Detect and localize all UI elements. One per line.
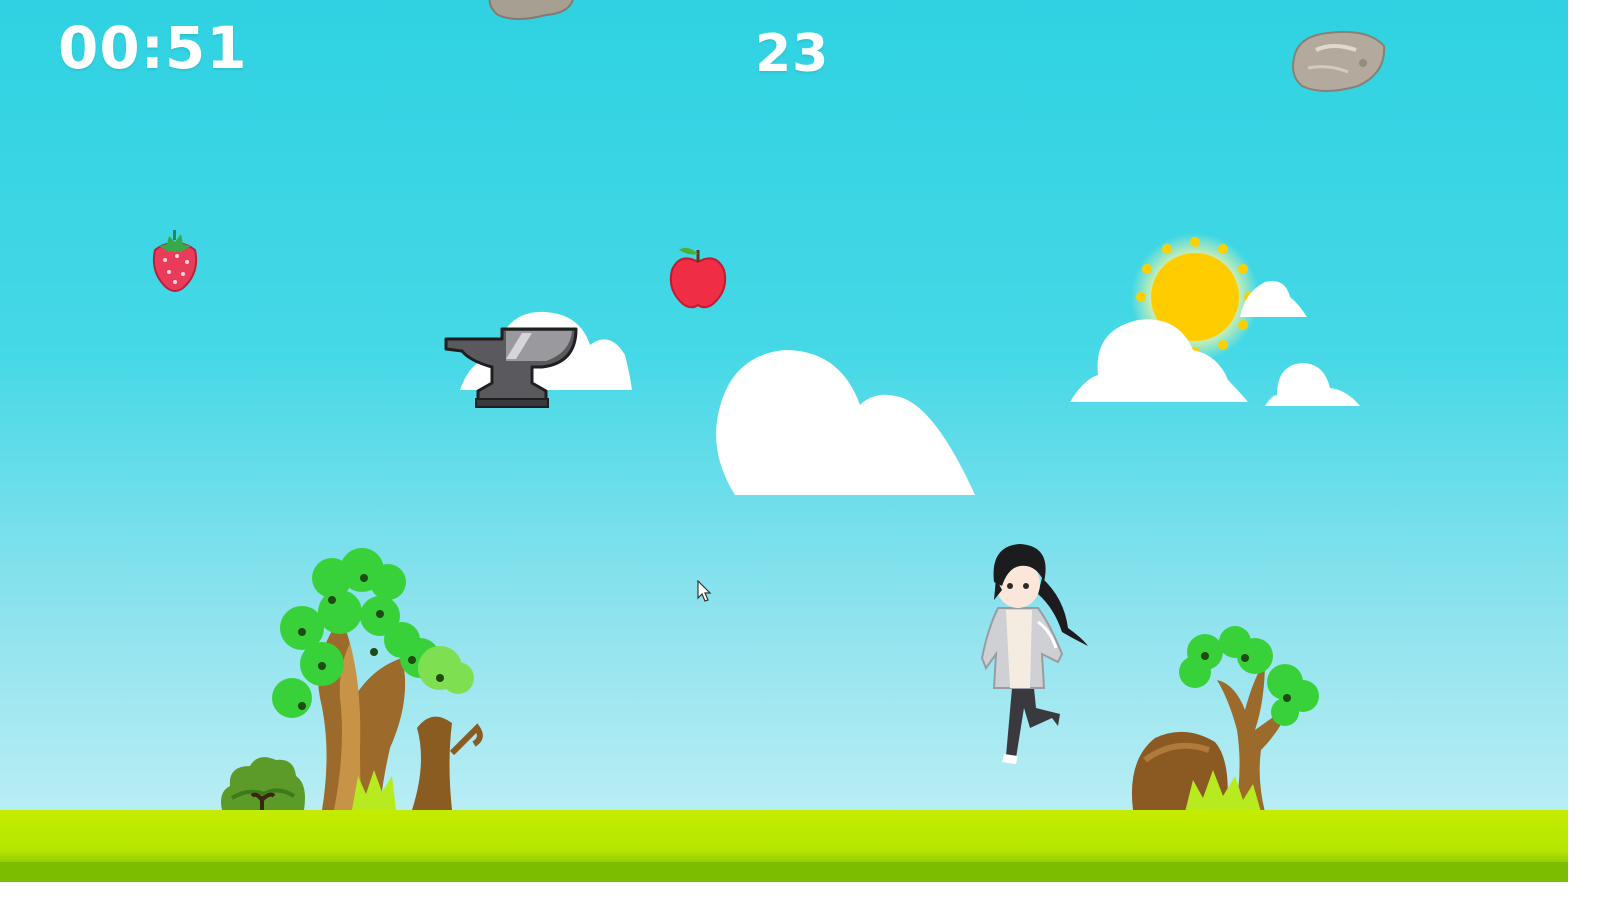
cloud-tiny [1265, 363, 1360, 406]
bush-icon [221, 757, 305, 810]
score: 23 [755, 24, 830, 84]
cloud-behind-sun [1240, 281, 1307, 317]
rock-icon [488, 0, 574, 20]
strawberry-icon [152, 230, 198, 292]
cloud-right [1070, 319, 1248, 402]
anvil-icon [444, 327, 578, 408]
timer: 00:51 [58, 14, 248, 82]
tree-right [1131, 626, 1319, 812]
mouse-cursor-icon [697, 580, 712, 602]
rock-icon [1292, 30, 1386, 92]
apple-icon [669, 247, 727, 309]
game-stage[interactable]: 00:51 23 [0, 0, 1568, 882]
cloud-large [716, 350, 975, 495]
player-character [980, 544, 1088, 764]
ground-shade [0, 862, 1568, 882]
